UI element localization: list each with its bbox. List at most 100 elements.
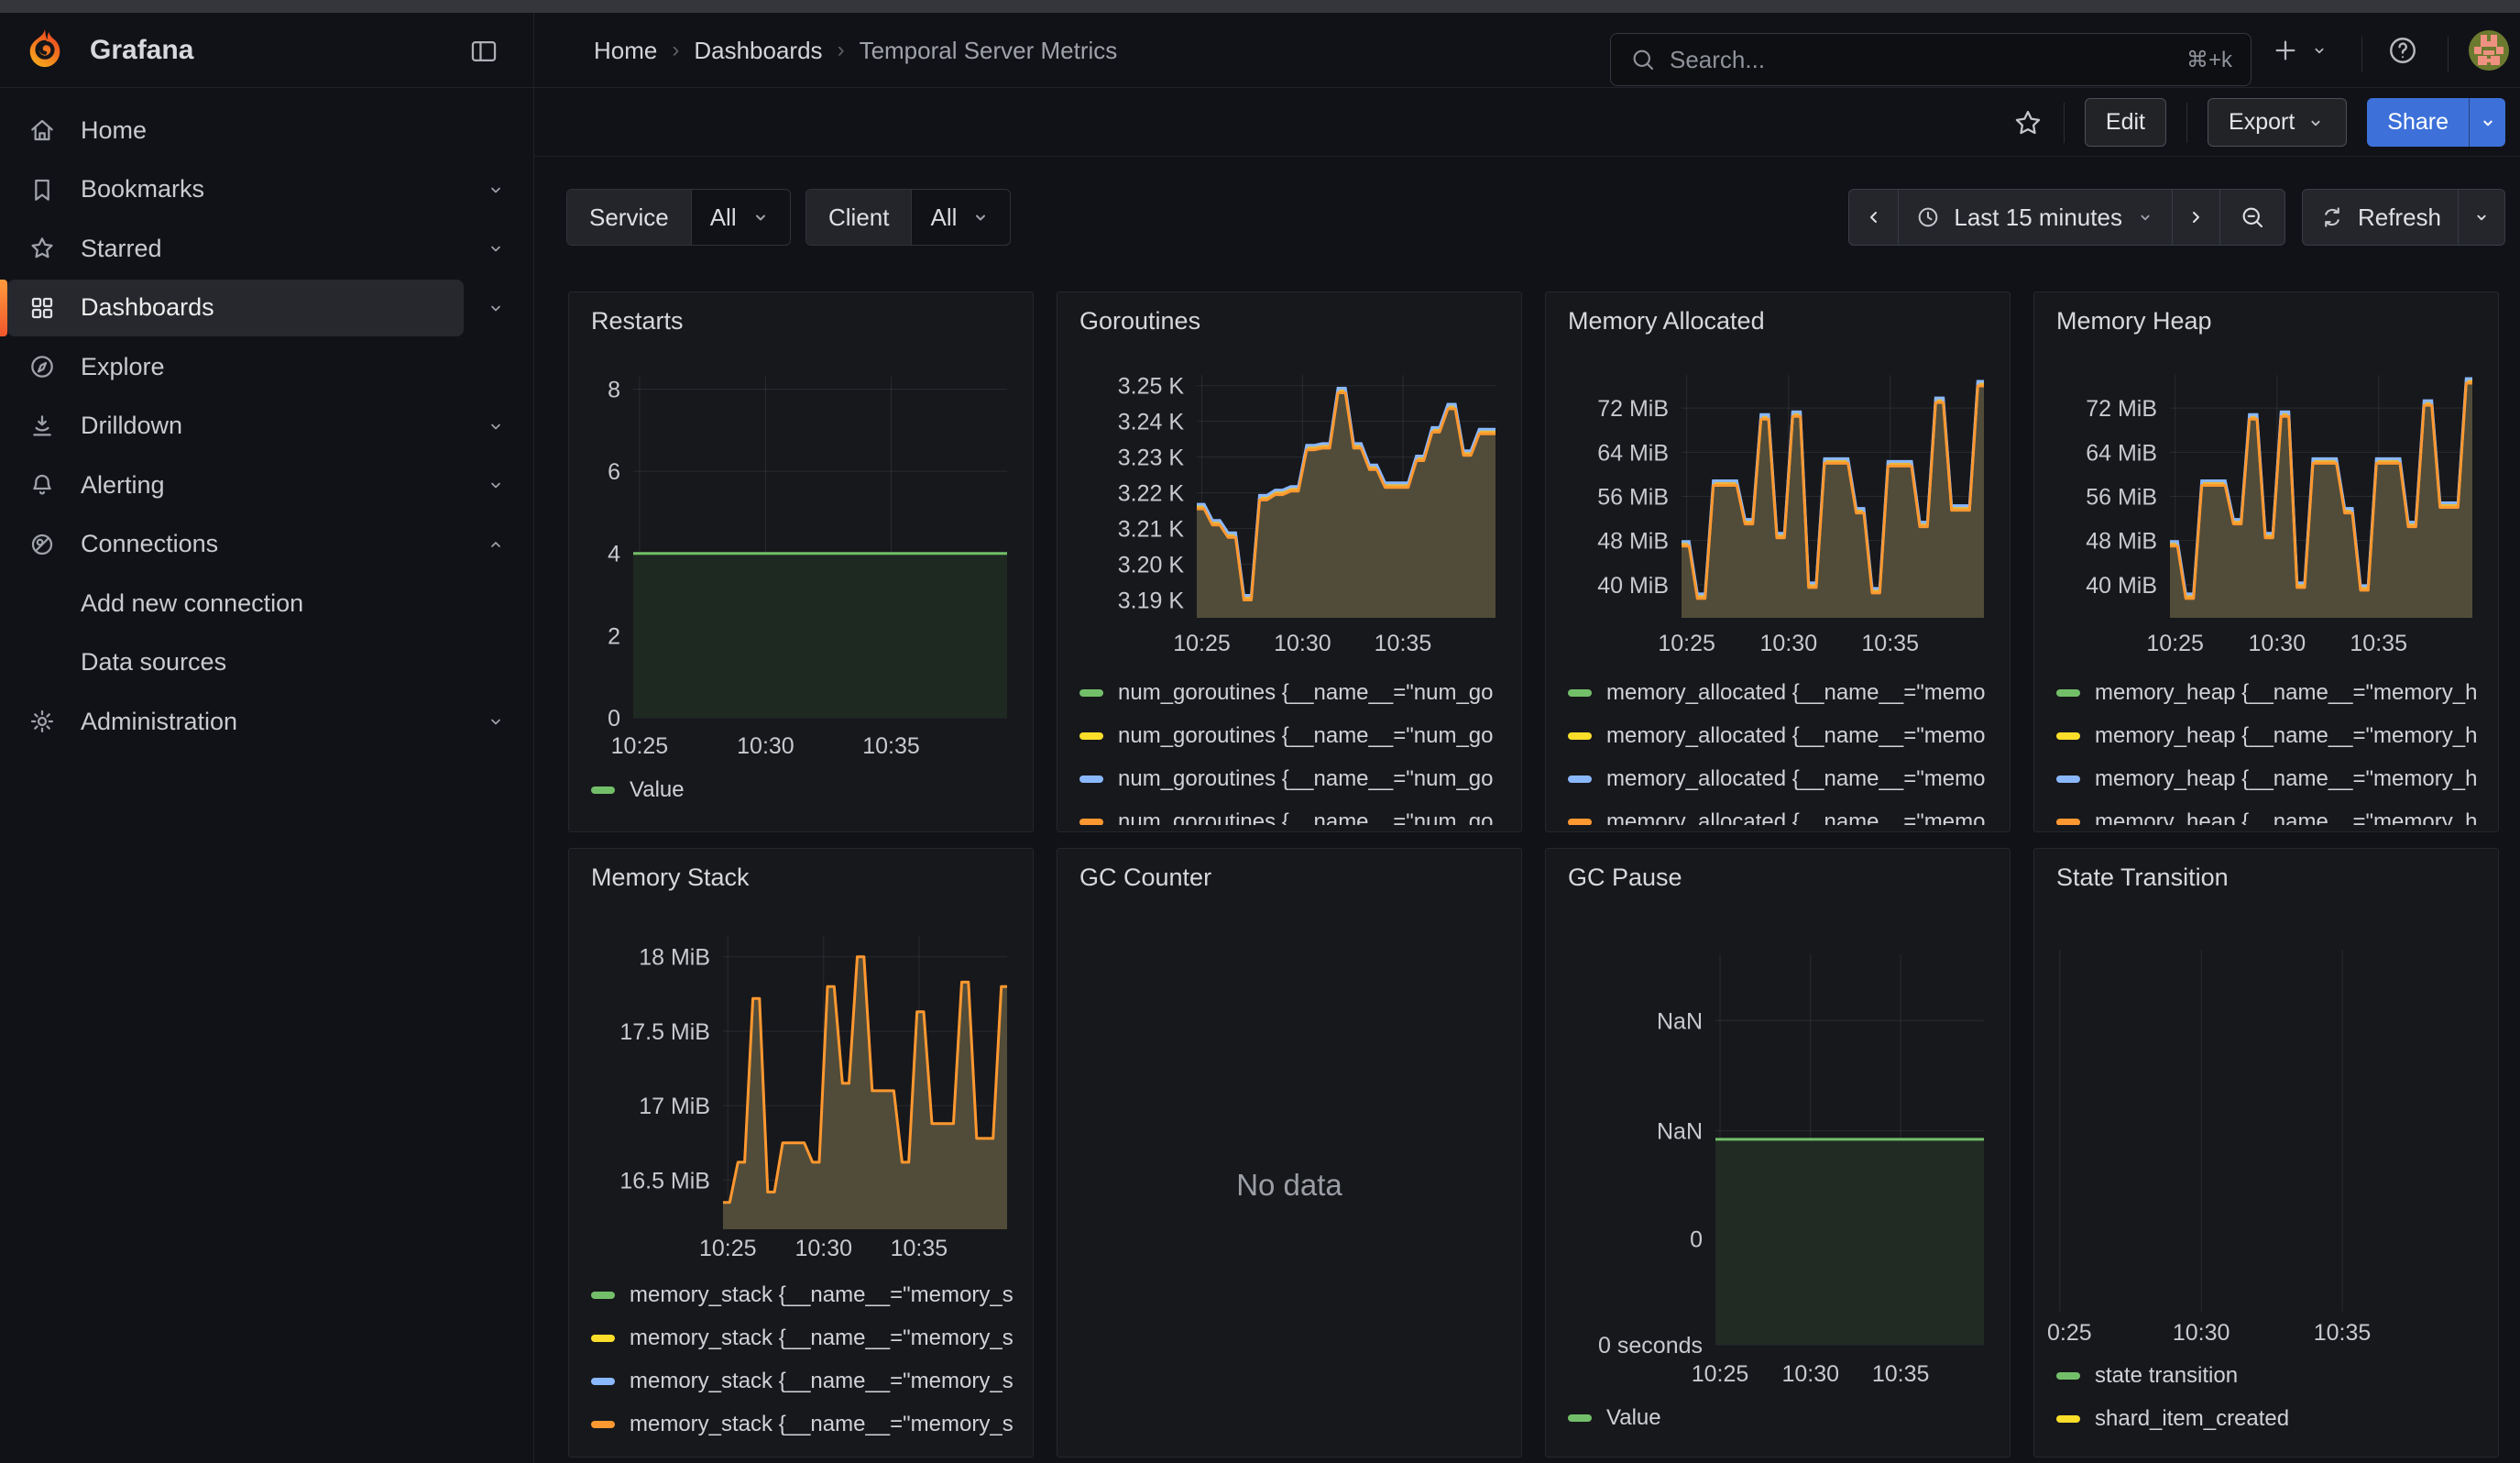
- legend-swatch-icon: [591, 1378, 615, 1385]
- search-input[interactable]: Search... ⌘+k: [1610, 33, 2252, 86]
- legend-item[interactable]: memory_allocated {__name__="memo: [1568, 671, 2002, 714]
- service-filter[interactable]: Service All: [566, 189, 791, 246]
- sidebar-item-starred[interactable]: Starred: [0, 220, 534, 277]
- legend-swatch-icon: [591, 1292, 615, 1299]
- svg-text:72 MiB: 72 MiB: [2086, 396, 2157, 422]
- active-item-highlight: [7, 280, 464, 336]
- legend-label: memory_stack {__name__="memory_s: [630, 1282, 1013, 1308]
- memory-heap-chart[interactable]: 40 MiB48 MiB56 MiB64 MiB72 MiB10:2510:30…: [2034, 292, 2498, 831]
- chart-legend: num_goroutines {__name__="num_gonum_goro…: [1079, 671, 1514, 825]
- state-transition-chart[interactable]: 0:2510:3010:35state transitionshard_item…: [2034, 849, 2498, 1457]
- dashboard-toolbar: Edit Export Share: [534, 88, 2520, 157]
- service-filter-value: All: [710, 204, 737, 232]
- client-filter-value: All: [930, 204, 957, 232]
- legend-item[interactable]: memory_stack {__name__="memory_s: [591, 1402, 1025, 1446]
- legend-item[interactable]: shard_item_created: [2056, 1397, 2491, 1440]
- legend-item[interactable]: state transition: [2056, 1354, 2491, 1397]
- breadcrumb-item[interactable]: Home: [594, 37, 657, 65]
- edit-button[interactable]: Edit: [2085, 98, 2166, 147]
- memory-allocated-chart[interactable]: 40 MiB48 MiB56 MiB64 MiB72 MiB10:2510:30…: [1546, 292, 2010, 831]
- svg-text:48 MiB: 48 MiB: [2086, 529, 2157, 555]
- refresh-button[interactable]: Refresh: [2303, 190, 2459, 245]
- legend-swatch-icon: [2056, 776, 2080, 783]
- star-icon: [2012, 107, 2043, 138]
- legend-item[interactable]: num_goroutines {__name__="num_go: [1079, 671, 1514, 714]
- legend-item[interactable]: memory_stack {__name__="memory_s: [591, 1273, 1025, 1316]
- client-filter[interactable]: Client All: [805, 189, 1011, 246]
- zoom-out-button[interactable]: [2220, 190, 2284, 245]
- toolbar-divider: [2186, 103, 2187, 143]
- time-range-picker[interactable]: Last 15 minutes: [1899, 190, 2173, 245]
- legend-item[interactable]: num_goroutines {__name__="num_go: [1079, 800, 1514, 825]
- new-button[interactable]: [2271, 13, 2329, 88]
- legend-label: Value: [630, 777, 685, 803]
- window-top-strip: [0, 0, 2520, 13]
- sidebar-item-home[interactable]: Home: [0, 102, 534, 159]
- legend-item[interactable]: memory_allocated {__name__="memo: [1568, 800, 2002, 825]
- memory-stack-chart[interactable]: 16.5 MiB17 MiB17.5 MiB18 MiB10:2510:3010…: [569, 849, 1033, 1457]
- app-title: Grafana: [90, 35, 193, 66]
- sidebar-item-administration[interactable]: Administration: [0, 693, 534, 750]
- grafana-dashboard-page: { "chrome": { "app_name": "Grafana" }, "…: [0, 0, 2520, 1463]
- chart-legend: memory_stack {__name__="memory_smemory_s…: [591, 1273, 1025, 1453]
- gc-counter-chart[interactable]: No data: [1057, 849, 1521, 1457]
- export-button[interactable]: Export: [2208, 98, 2347, 147]
- breadcrumb-item[interactable]: Dashboards: [694, 37, 822, 65]
- gc-pause-chart[interactable]: NaNNaN00 seconds10:2510:3010:35Value: [1546, 849, 2010, 1457]
- user-avatar[interactable]: [2469, 13, 2509, 88]
- panel-memory-heap: Memory Heap 40 MiB48 MiB56 MiB64 MiB72 M…: [2033, 292, 2499, 832]
- time-forward-button[interactable]: [2173, 190, 2220, 245]
- legend-item[interactable]: memory_stack {__name__="memory_s: [591, 1359, 1025, 1402]
- svg-text:10:30: 10:30: [2249, 631, 2306, 656]
- legend-label: num_goroutines {__name__="num_go: [1118, 809, 1494, 826]
- legend-item[interactable]: memory_heap {__name__="memory_h: [2056, 800, 2491, 825]
- share-menu-button[interactable]: [2469, 98, 2505, 147]
- chevdown-icon: [485, 710, 507, 732]
- legend-item[interactable]: num_goroutines {__name__="num_go: [1079, 757, 1514, 800]
- legend-item[interactable]: memory_heap {__name__="memory_h: [2056, 714, 2491, 757]
- legend-label: Value: [1606, 1405, 1661, 1431]
- time-back-button[interactable]: [1849, 190, 1899, 245]
- sidebar-item-alerting[interactable]: Alerting: [0, 456, 534, 513]
- legend-label: memory_heap {__name__="memory_h: [2095, 680, 2477, 706]
- help-button[interactable]: [2386, 13, 2419, 88]
- refresh-interval-button[interactable]: [2459, 190, 2504, 245]
- legend-item[interactable]: num_goroutines {__name__="num_go: [1079, 714, 1514, 757]
- legend-item[interactable]: memory_heap {__name__="memory_h: [2056, 671, 2491, 714]
- goroutines-chart[interactable]: 3.19 K3.20 K3.21 K3.22 K3.23 K3.24 K3.25…: [1057, 292, 1521, 831]
- restarts-chart[interactable]: 0246810:2510:3010:35Value: [569, 292, 1033, 831]
- sidebar-item-connections[interactable]: Connections: [0, 516, 534, 573]
- legend-item[interactable]: memory_allocated {__name__="memo: [1568, 757, 2002, 800]
- svg-text:3.22 K: 3.22 K: [1118, 481, 1185, 507]
- svg-text:10:35: 10:35: [1872, 1361, 1930, 1387]
- zoom-out-icon: [2239, 204, 2266, 231]
- legend-swatch-icon: [1568, 689, 1592, 697]
- svg-text:16.5 MiB: 16.5 MiB: [619, 1168, 710, 1194]
- legend-label: memory_allocated {__name__="memo: [1606, 680, 1985, 706]
- legend-item[interactable]: Value: [1568, 1396, 2002, 1439]
- sidebar-item-dashboards[interactable]: Dashboards: [0, 280, 534, 336]
- apps-icon: [27, 293, 57, 323]
- share-button[interactable]: Share: [2367, 98, 2469, 147]
- dock-sidebar-icon[interactable]: [466, 33, 502, 70]
- toolbar-divider: [2064, 103, 2065, 143]
- sidebar-item-explore[interactable]: Explore: [0, 338, 534, 395]
- legend-item[interactable]: Value: [591, 768, 1025, 811]
- sidebar-item-bookmarks[interactable]: Bookmarks: [0, 161, 534, 218]
- svg-text:10:35: 10:35: [2314, 1320, 2372, 1346]
- svg-text:NaN: NaN: [1657, 1008, 1703, 1034]
- breadcrumb: Home›Dashboards›Temporal Server Metrics: [594, 13, 1117, 88]
- chevdown-icon: [485, 237, 507, 259]
- svg-text:17 MiB: 17 MiB: [639, 1094, 710, 1119]
- legend-item[interactable]: memory_allocated {__name__="memo: [1568, 714, 2002, 757]
- legend-item[interactable]: memory_stack {__name__="memory_s: [591, 1316, 1025, 1359]
- sidebar-item-add-new-connection[interactable]: Add new connection: [0, 575, 534, 632]
- sidebar-item-drilldown[interactable]: Drilldown: [0, 398, 534, 455]
- legend-swatch-icon: [2056, 1372, 2080, 1380]
- favorite-star-button[interactable]: [2012, 107, 2043, 138]
- clock-icon: [1915, 204, 1941, 230]
- grafana-logo-icon[interactable]: [24, 28, 66, 74]
- legend-item[interactable]: memory_heap {__name__="memory_h: [2056, 757, 2491, 800]
- sidebar-item-data-sources[interactable]: Data sources: [0, 634, 534, 691]
- breadcrumb-separator: ›: [838, 38, 845, 63]
